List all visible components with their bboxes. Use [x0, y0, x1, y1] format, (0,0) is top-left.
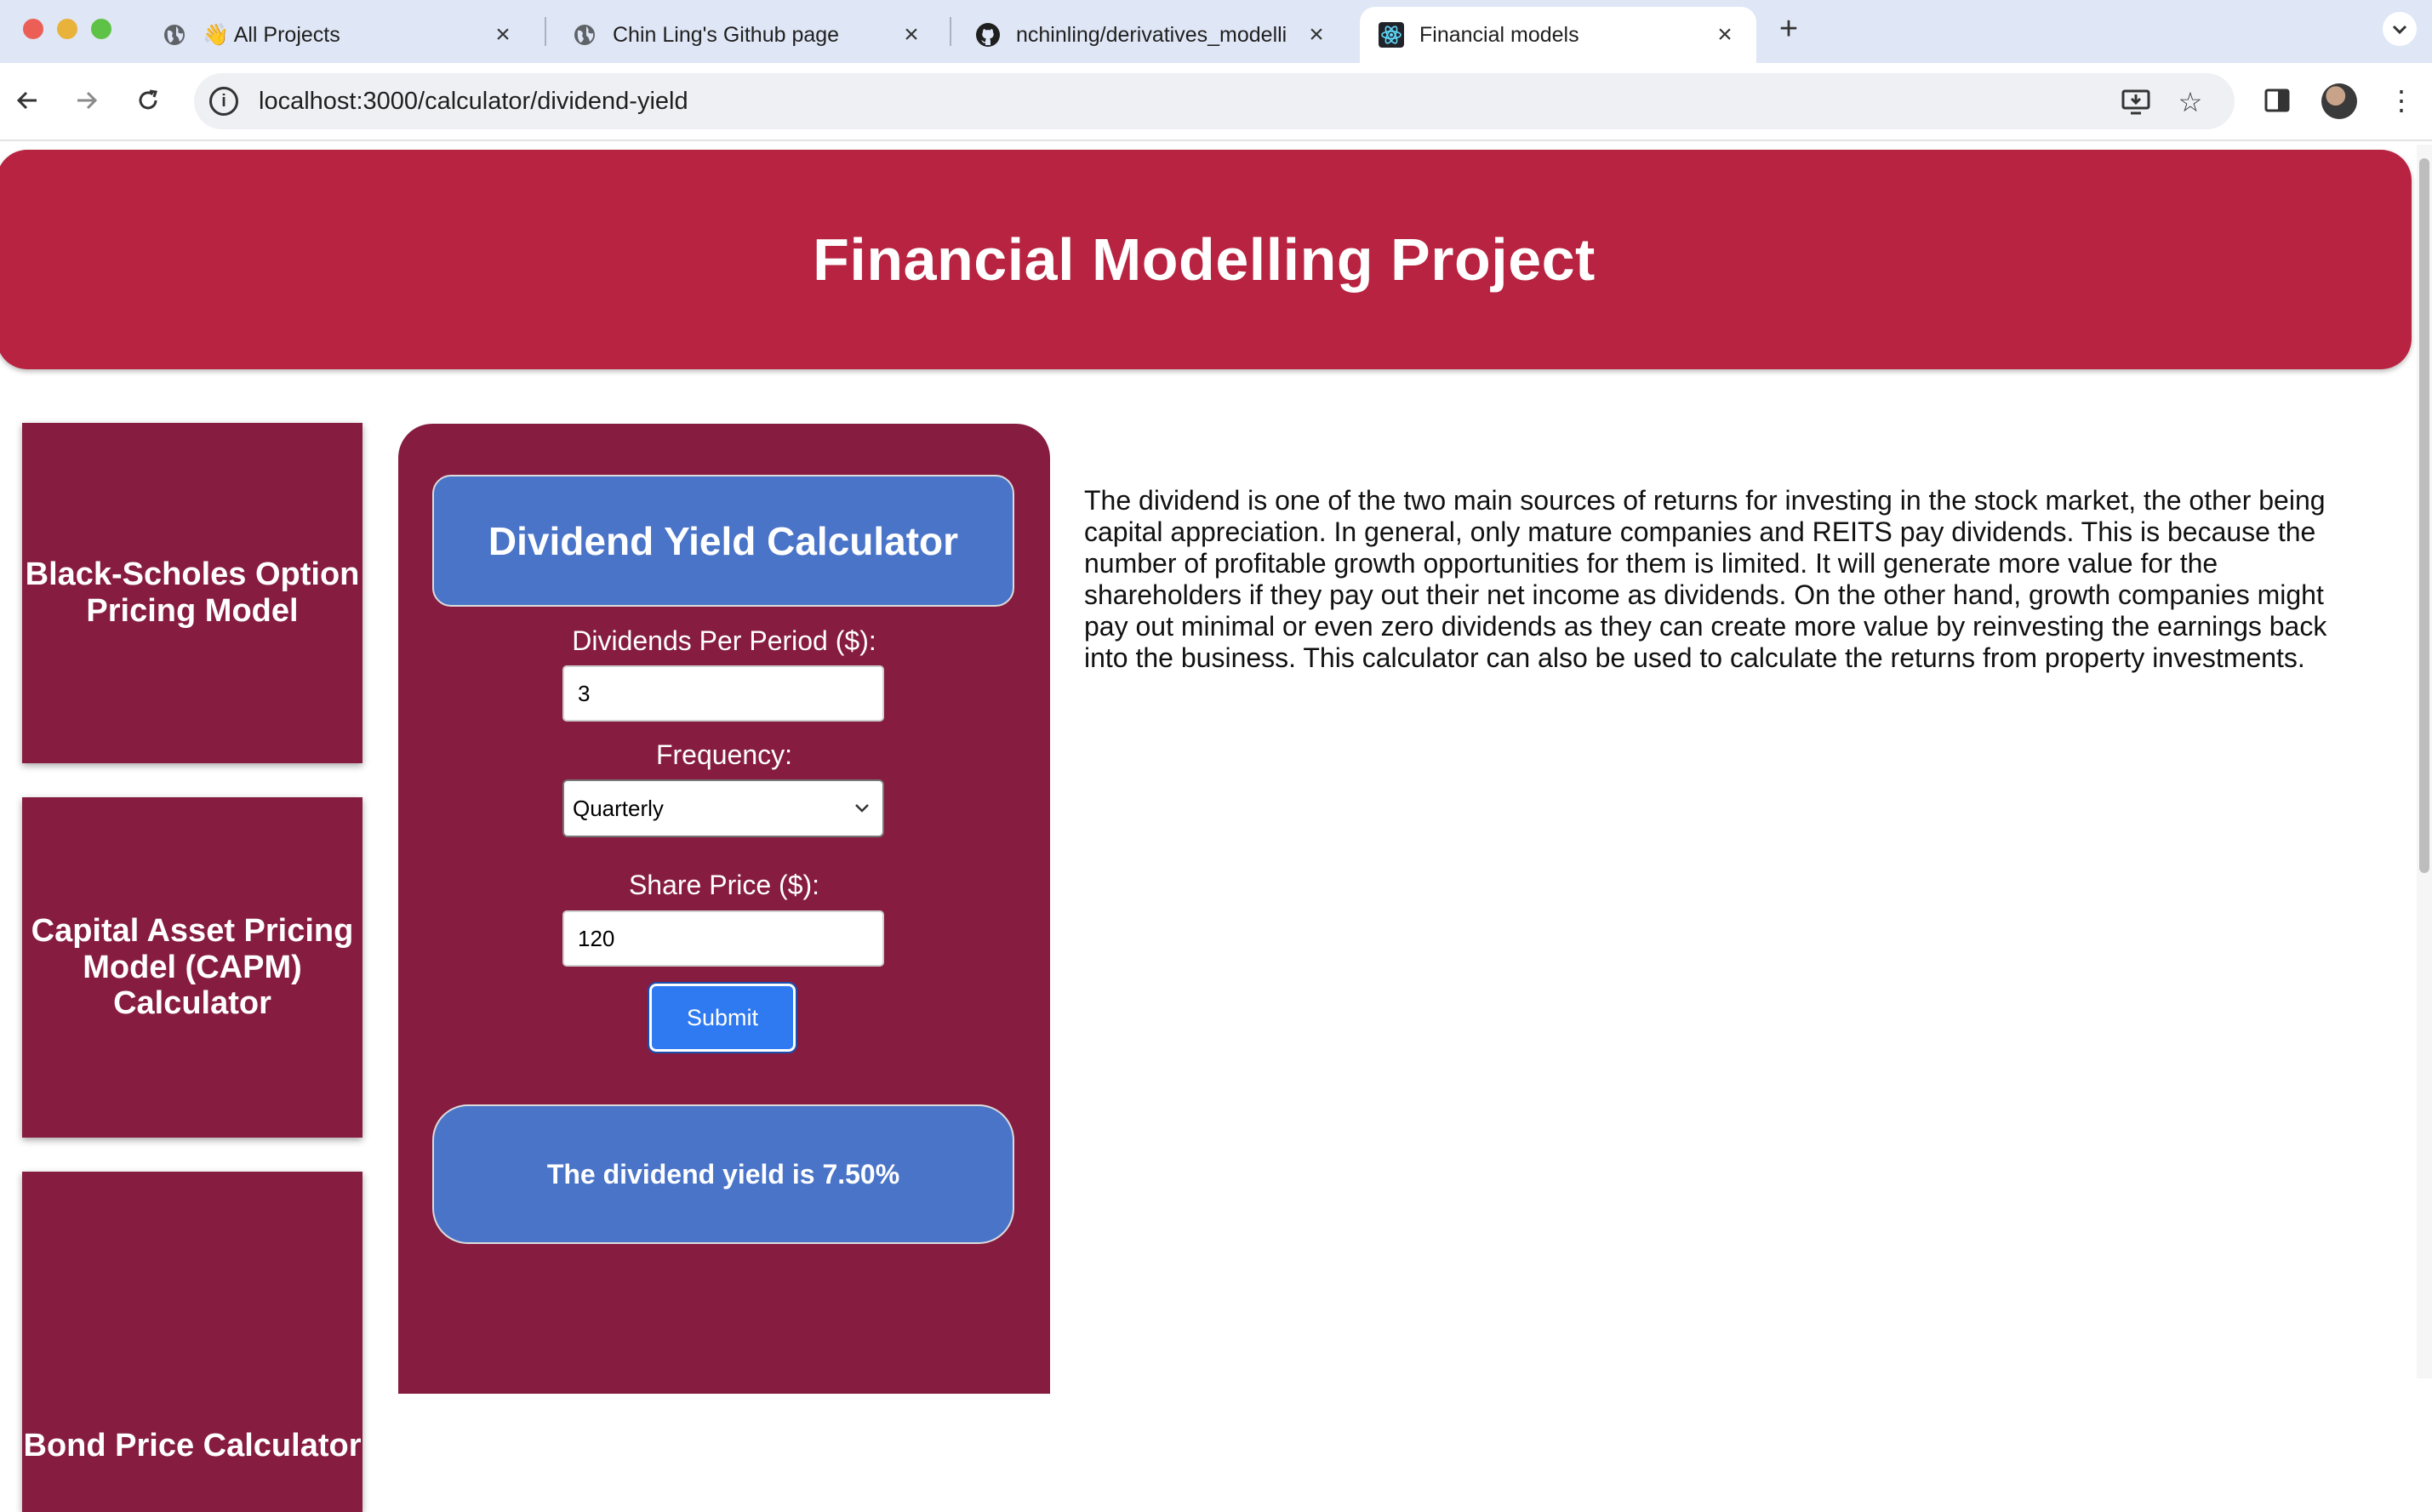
github-icon [975, 22, 1001, 48]
arrow-left-icon [16, 91, 37, 110]
sidebar-item-label: Black-Scholes Option Pricing Model [25, 556, 360, 629]
share-price-input[interactable]: 120 [562, 910, 884, 967]
browser-toolbar: i localhost:3000/calculator/dividend-yie… [0, 63, 2432, 141]
install-app-icon[interactable] [2119, 85, 2153, 119]
description-text: The dividend is one of the two main sour… [1084, 485, 2327, 673]
scrollbar-thumb[interactable] [2419, 158, 2429, 873]
frequency-label: Frequency: [655, 739, 793, 770]
close-icon[interactable]: × [1304, 20, 1329, 48]
sidebar-item-label: Bond Price Calculator [23, 1427, 362, 1464]
new-tab-button[interactable]: + [1772, 11, 1806, 47]
dividends-input[interactable]: 3 [562, 665, 884, 722]
address-bar[interactable]: i localhost:3000/calculator/dividend-yie… [194, 73, 2235, 129]
tab-title: Financial models [1419, 22, 1579, 47]
side-panel-icon[interactable] [2258, 82, 2296, 119]
tab-financial-models[interactable]: Financial models × [1360, 7, 1756, 63]
header-banner: Financial Modelling Project [0, 150, 2412, 369]
page-title: Financial Modelling Project [813, 226, 1596, 293]
site-info-icon[interactable]: i [209, 87, 238, 116]
window-minimize-button[interactable] [57, 19, 77, 39]
tab-title: Chin Ling's Github page [613, 22, 840, 47]
sidebar-item-capm[interactable]: Capital Asset Pricing Model (CAPM) Calcu… [22, 797, 363, 1138]
close-icon[interactable]: × [899, 20, 924, 48]
frequency-select[interactable]: Quarterly [562, 779, 884, 837]
tab-title: nchinling/derivatives_modelli [1016, 22, 1287, 47]
reload-icon [139, 89, 157, 110]
arrow-right-icon [77, 91, 98, 110]
sidebar-item-black-scholes[interactable]: Black-Scholes Option Pricing Model [22, 423, 363, 763]
tab-github-page[interactable]: Chin Ling's Github page × [553, 7, 943, 63]
tab-github-repo[interactable]: nchinling/derivatives_modelli × [956, 7, 1348, 63]
tab-separator [545, 17, 546, 46]
forward-button[interactable] [66, 80, 107, 121]
globe-icon [572, 22, 597, 48]
back-button[interactable] [7, 80, 48, 121]
calculator-panel: Dividend Yield Calculator Dividends Per … [398, 424, 1050, 1394]
tab-all-projects[interactable]: 👋 All Projects × [143, 7, 534, 63]
reload-button[interactable] [128, 80, 168, 121]
sidebar-item-bond-price[interactable]: Bond Price Calculator [22, 1172, 363, 1512]
window-close-button[interactable] [23, 19, 43, 39]
profile-avatar[interactable] [2321, 83, 2357, 119]
chevron-down-icon [2392, 25, 2407, 35]
calculator-title: Dividend Yield Calculator [432, 475, 1014, 607]
share-price-label: Share Price ($): [628, 870, 820, 900]
dividends-label: Dividends Per Period ($): [572, 625, 876, 656]
browser-menu-icon[interactable]: ⋮ [2383, 82, 2420, 119]
tab-title: 👋 All Projects [203, 22, 340, 47]
sidebar-item-label: Capital Asset Pricing Model (CAPM) Calcu… [31, 912, 354, 1022]
tab-search-button[interactable] [2383, 12, 2417, 46]
result-display: The dividend yield is 7.50% [432, 1104, 1014, 1244]
close-icon[interactable]: × [490, 20, 516, 48]
chevron-down-icon [855, 804, 869, 813]
react-icon [1379, 22, 1404, 48]
browser-tab-strip: 👋 All Projects × Chin Ling's Github page… [0, 0, 2432, 63]
close-icon[interactable]: × [1712, 20, 1738, 48]
bookmark-star-icon[interactable]: ☆ [2173, 85, 2207, 119]
globe-icon [162, 22, 187, 48]
tab-separator [950, 17, 951, 46]
submit-button[interactable]: Submit [648, 982, 797, 1053]
window-zoom-button[interactable] [91, 19, 111, 39]
page-content: Financial Modelling Project Black-Schole… [0, 143, 2432, 1512]
frequency-selected-value: Quarterly [573, 795, 664, 821]
url-text[interactable]: localhost:3000/calculator/dividend-yield [259, 88, 688, 116]
